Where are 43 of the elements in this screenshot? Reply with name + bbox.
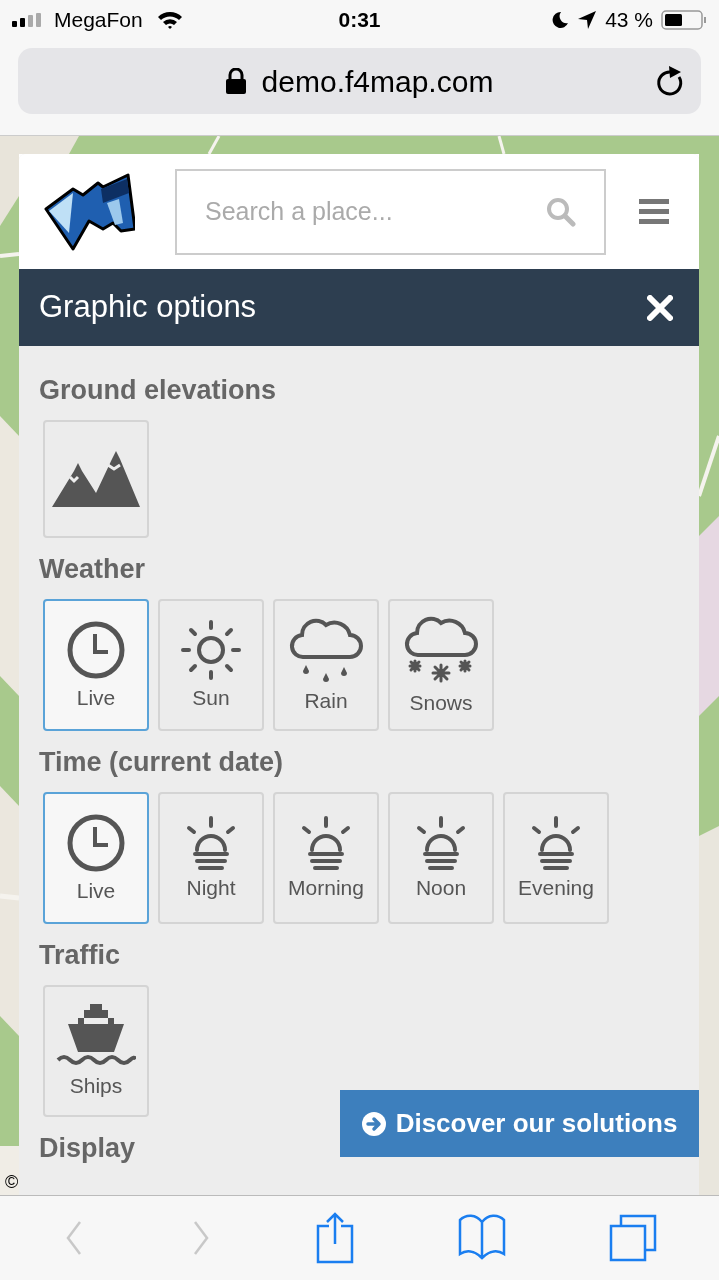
mountains-icon <box>52 451 140 507</box>
section-title: Display <box>39 1132 137 1164</box>
reload-icon[interactable] <box>655 65 685 97</box>
close-icon[interactable] <box>647 294 673 321</box>
clock-time: 0:31 <box>338 7 381 34</box>
app-logo[interactable] <box>43 172 135 251</box>
lock-icon <box>225 68 246 94</box>
clock-icon <box>66 620 126 680</box>
rain-cloud-icon <box>288 617 364 683</box>
option-tile[interactable]: Ships <box>43 985 149 1117</box>
url-text: demo.f4map.com <box>261 63 494 100</box>
carrier-name: MegaFon <box>54 7 143 34</box>
share-icon[interactable] <box>316 1212 355 1264</box>
battery-percent: 43 % <box>605 7 653 34</box>
option-tile[interactable]: Live <box>43 599 149 731</box>
option-tile[interactable] <box>43 420 149 538</box>
option-tile[interactable]: Snows <box>388 599 494 731</box>
tabs-icon[interactable] <box>609 1212 658 1264</box>
option-tile[interactable]: Noon <box>388 792 494 924</box>
ship-icon <box>56 1004 136 1068</box>
location-arrow-icon <box>577 10 598 30</box>
option-tile[interactable]: Live <box>43 792 149 924</box>
option-tile[interactable]: Sun <box>158 599 264 731</box>
menu-icon[interactable] <box>639 198 669 225</box>
panel-title: Graphic options <box>39 288 257 327</box>
section-title: Time (current date) <box>39 746 285 778</box>
wifi-icon <box>156 10 183 30</box>
sun-icon <box>181 620 241 680</box>
arrow-circle-icon <box>361 1111 386 1136</box>
discover-button[interactable]: Discover our solutions <box>340 1090 699 1157</box>
search-icon[interactable] <box>546 196 576 227</box>
option-tile[interactable]: Night <box>158 792 264 924</box>
section-title: Ground elevations <box>39 374 278 406</box>
moon-icon <box>551 11 570 29</box>
clock-icon <box>66 813 126 873</box>
section-title: Weather <box>39 553 147 585</box>
option-tile[interactable]: Evening <box>503 792 609 924</box>
battery-icon <box>661 10 707 30</box>
option-tile[interactable]: Morning <box>273 792 379 924</box>
section-title: Traffic <box>39 939 122 971</box>
option-tile[interactable]: Rain <box>273 599 379 731</box>
snow-cloud-icon <box>403 615 479 685</box>
address-bar[interactable]: demo.f4map.com <box>18 48 701 114</box>
